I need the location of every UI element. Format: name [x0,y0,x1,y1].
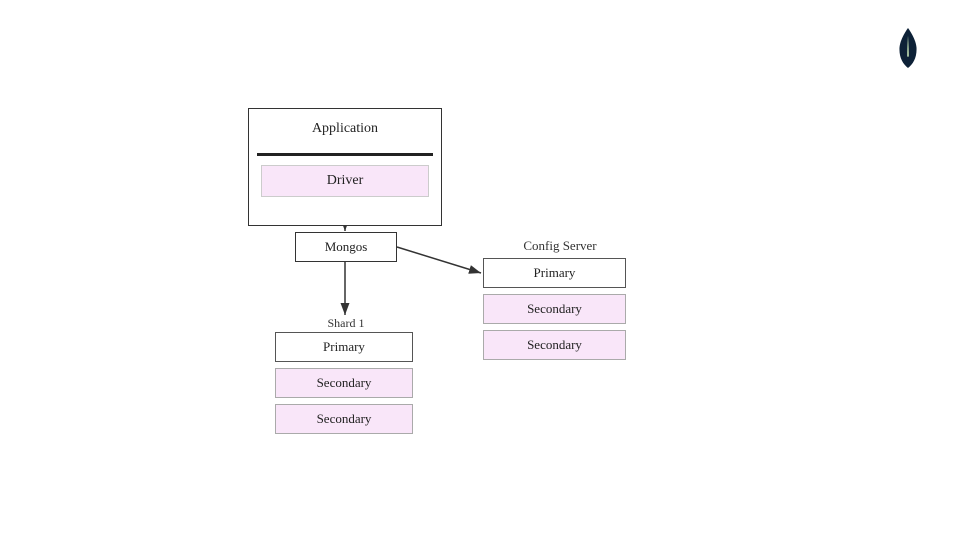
shard1-secondary1-label: Secondary [317,375,372,391]
config-secondary2-label: Secondary [527,337,582,353]
application-label: Application [249,121,441,137]
shard1-title: Shard 1 [295,316,397,331]
config-primary-box: Primary [483,258,626,288]
mongos-label: Mongos [325,239,368,255]
config-primary-label: Primary [534,265,576,281]
config-secondary2-box: Secondary [483,330,626,360]
shard1-secondary2-label: Secondary [317,411,372,427]
shard1-secondary1-box: Secondary [275,368,413,398]
shard1-primary-box: Primary [275,332,413,362]
mongodb-logo-icon [896,28,920,68]
mongos-box: Mongos [295,232,397,262]
shard1-secondary2-box: Secondary [275,404,413,434]
driver-box: Driver [261,165,429,197]
app-driver-box: Application Driver [248,108,442,226]
config-secondary1-label: Secondary [527,301,582,317]
app-divider [257,153,433,156]
config-server-title: Config Server [492,238,628,254]
config-secondary1-box: Secondary [483,294,626,324]
shard1-primary-label: Primary [323,339,365,355]
diagram-container: Application Driver Mongos Shard 1 Primar… [0,0,960,540]
diagram-arrows [0,0,960,540]
